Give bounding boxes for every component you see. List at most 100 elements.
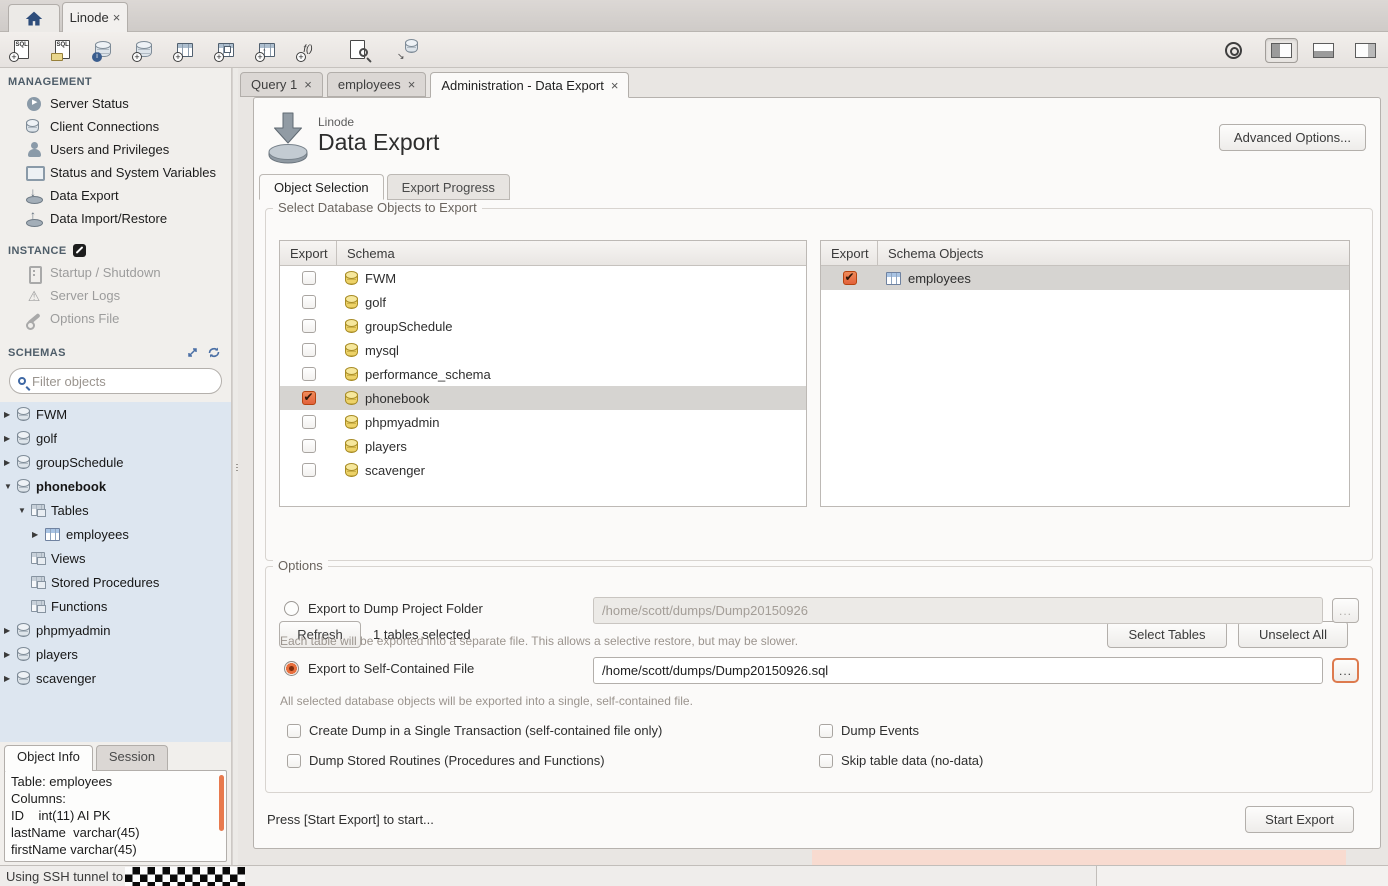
browse-file-button[interactable]: ... xyxy=(1332,658,1359,683)
reconnect-database-button[interactable]: ↘ xyxy=(393,36,423,64)
table-row-employees-selected[interactable]: employees xyxy=(821,266,1349,290)
column-header-export[interactable]: Export xyxy=(280,241,337,265)
tree-item-schema[interactable]: ▶groupSchedule xyxy=(0,450,231,474)
tab-export-progress[interactable]: Export Progress xyxy=(387,174,510,200)
create-function-button[interactable]: f() xyxy=(293,36,323,64)
expander-icon[interactable]: ▶ xyxy=(4,674,17,683)
inspect-database-button[interactable]: i xyxy=(88,36,118,64)
export-checkbox[interactable] xyxy=(302,415,316,429)
expander-icon[interactable]: ▶ xyxy=(32,530,45,539)
home-tab[interactable] xyxy=(8,4,60,32)
table-row[interactable]: phpmyadmin xyxy=(280,410,806,434)
table-row[interactable]: groupSchedule xyxy=(280,314,806,338)
expand-schemas-icon[interactable] xyxy=(186,346,199,359)
tree-item-schema[interactable]: ▶scavenger xyxy=(0,666,231,690)
tab-object-selection[interactable]: Object Selection xyxy=(259,174,384,200)
table-row[interactable]: FWM xyxy=(280,266,806,290)
sidebar-item-options-file[interactable]: Options File xyxy=(0,307,231,330)
tab-employees[interactable]: employees× xyxy=(327,72,426,97)
close-icon[interactable]: × xyxy=(408,78,416,91)
single-transaction-checkbox[interactable] xyxy=(287,724,301,738)
sidebar-item-client-connections[interactable]: Client Connections xyxy=(0,115,231,138)
dump-events-checkbox[interactable] xyxy=(819,724,833,738)
tab-administration-data-export[interactable]: Administration - Data Export× xyxy=(430,72,629,98)
expander-icon[interactable]: ▶ xyxy=(4,626,17,635)
tree-item-schema[interactable]: ▶FWM xyxy=(0,402,231,426)
create-procedure-button[interactable]: ↑ xyxy=(252,36,282,64)
refresh-schemas-icon[interactable] xyxy=(207,346,221,359)
scrollbar-thumb[interactable] xyxy=(219,775,224,831)
close-icon[interactable]: × xyxy=(304,78,312,91)
create-view-button[interactable] xyxy=(211,36,241,64)
tree-item-views-group[interactable]: Views xyxy=(0,546,231,570)
self-contained-radio[interactable] xyxy=(284,661,299,676)
column-header-schema-objects[interactable]: Schema Objects xyxy=(878,241,983,265)
sidebar-item-users-privileges[interactable]: Users and Privileges xyxy=(0,138,231,161)
sidebar-item-startup-shutdown[interactable]: Startup / Shutdown xyxy=(0,261,231,284)
export-checkbox[interactable] xyxy=(302,439,316,453)
create-schema-button[interactable] xyxy=(129,36,159,64)
schema-filter-input[interactable] xyxy=(32,374,213,389)
tab-object-info[interactable]: Object Info xyxy=(4,745,93,771)
folder-icon xyxy=(51,53,63,61)
select-objects-group: Select Database Objects to Export Export… xyxy=(265,208,1373,561)
toggle-right-panel-button[interactable] xyxy=(1349,38,1382,63)
tab-session[interactable]: Session xyxy=(96,745,168,770)
close-icon[interactable]: × xyxy=(611,79,619,92)
create-table-button[interactable] xyxy=(170,36,200,64)
sidebar-item-system-variables[interactable]: Status and System Variables xyxy=(0,161,231,184)
export-checkbox[interactable] xyxy=(302,319,316,333)
sidebar-item-server-logs[interactable]: ⚠Server Logs xyxy=(0,284,231,307)
tree-item-schema[interactable]: ▶phpmyadmin xyxy=(0,618,231,642)
tab-query-1[interactable]: Query 1× xyxy=(240,72,323,97)
browse-folder-button[interactable]: ... xyxy=(1332,598,1359,623)
dump-folder-path-input[interactable] xyxy=(593,597,1323,624)
export-folder-radio[interactable] xyxy=(284,601,299,616)
start-export-button[interactable]: Start Export xyxy=(1245,806,1354,833)
table-row[interactable]: scavenger xyxy=(280,458,806,482)
collapse-icon[interactable]: ▼ xyxy=(18,506,31,515)
tree-item-schema[interactable]: ▼phonebook xyxy=(0,474,231,498)
export-checkbox[interactable] xyxy=(302,343,316,357)
tree-item-schema[interactable]: ▶golf xyxy=(0,426,231,450)
sidebar-item-data-import[interactable]: Data Import/Restore xyxy=(0,207,231,230)
export-checkbox[interactable] xyxy=(302,391,316,405)
expander-icon[interactable]: ▶ xyxy=(4,410,17,419)
skip-table-data-checkbox[interactable] xyxy=(819,754,833,768)
expander-icon[interactable]: ▶ xyxy=(4,650,17,659)
export-checkbox[interactable] xyxy=(302,367,316,381)
expander-icon[interactable]: ▶ xyxy=(4,434,17,443)
stored-routines-checkbox[interactable] xyxy=(287,754,301,768)
self-contained-path-input[interactable] xyxy=(593,657,1323,684)
sidebar-item-data-export[interactable]: Data Export xyxy=(0,184,231,207)
expander-icon[interactable]: ▶ xyxy=(4,458,17,467)
close-icon[interactable]: × xyxy=(113,11,121,24)
object-info-line: ID int(11) AI PK xyxy=(11,807,220,824)
connection-tab[interactable]: Linode × xyxy=(62,2,128,32)
table-row-phonebook-selected[interactable]: phonebook xyxy=(280,386,806,410)
table-row[interactable]: golf xyxy=(280,290,806,314)
table-row[interactable]: performance_schema xyxy=(280,362,806,386)
sidebar-item-server-status[interactable]: Server Status xyxy=(0,92,231,115)
export-checkbox[interactable] xyxy=(843,271,857,285)
object-info-line: lastName varchar(45) xyxy=(11,824,220,841)
tree-item-procedures-group[interactable]: Stored Procedures xyxy=(0,570,231,594)
table-row[interactable]: players xyxy=(280,434,806,458)
export-checkbox[interactable] xyxy=(302,271,316,285)
tree-item-functions-group[interactable]: Functions xyxy=(0,594,231,618)
export-checkbox[interactable] xyxy=(302,463,316,477)
tree-item-table-employees[interactable]: ▶employees xyxy=(0,522,231,546)
export-checkbox[interactable] xyxy=(302,295,316,309)
collapse-icon[interactable]: ▼ xyxy=(4,482,17,491)
new-query-tab-button[interactable] xyxy=(6,36,36,64)
open-sql-script-button[interactable] xyxy=(47,36,77,64)
tree-item-tables-group[interactable]: ▼Tables xyxy=(0,498,231,522)
column-header-export[interactable]: Export xyxy=(821,241,878,265)
advanced-options-button[interactable]: Advanced Options... xyxy=(1219,124,1366,151)
column-header-schema[interactable]: Schema xyxy=(337,241,395,265)
table-row[interactable]: mysql xyxy=(280,338,806,362)
tree-item-schema[interactable]: ▶players xyxy=(0,642,231,666)
search-table-data-button[interactable] xyxy=(342,36,372,64)
toggle-left-panel-button[interactable] xyxy=(1265,38,1298,63)
toggle-bottom-panel-button[interactable] xyxy=(1307,38,1340,63)
